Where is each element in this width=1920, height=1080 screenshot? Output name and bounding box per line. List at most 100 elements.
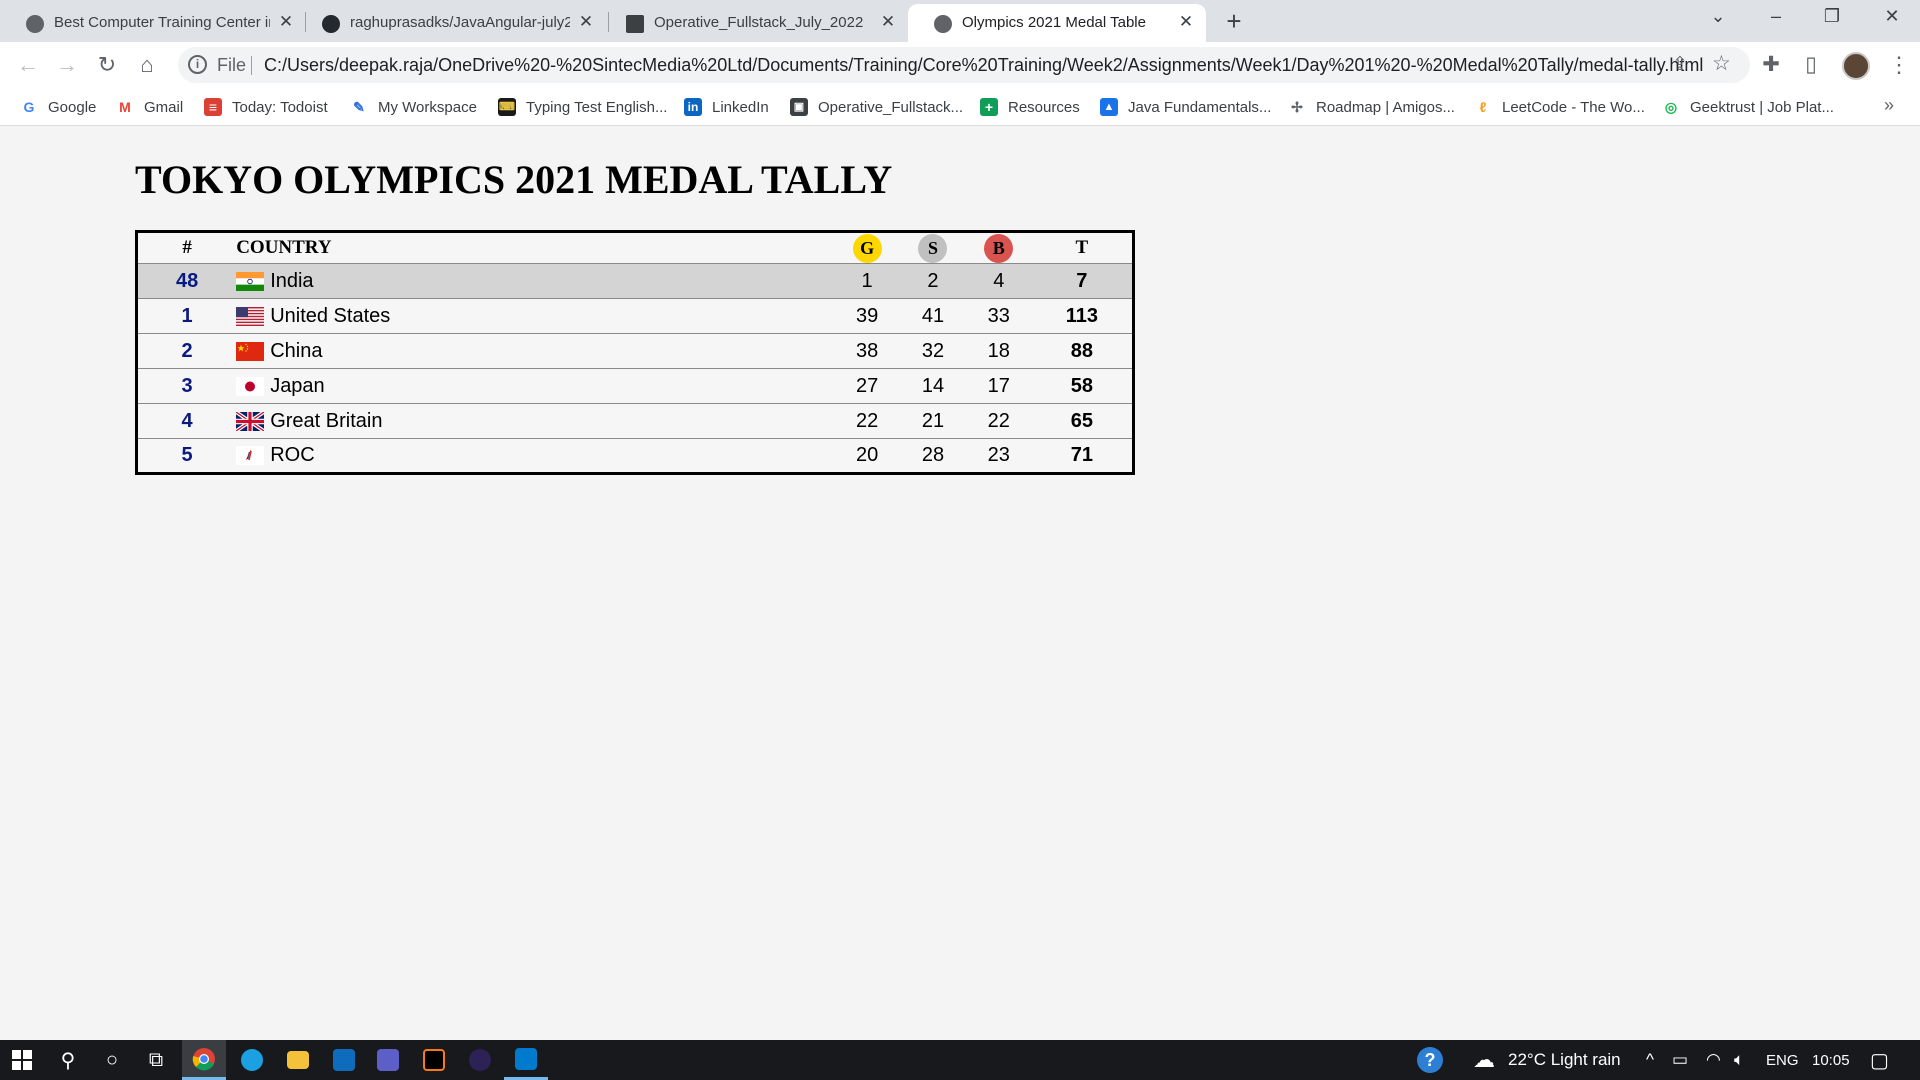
wifi-icon[interactable]: ◠ [1706, 1050, 1721, 1070]
bookmark-typing-test[interactable]: ⌨ Typing Test English... [498, 97, 667, 117]
forward-icon[interactable]: → [53, 52, 81, 78]
bookmark-operative-fullstack[interactable]: ▣ Operative_Fullstack... [790, 97, 963, 117]
close-tab-icon[interactable]: ✕ [576, 12, 596, 32]
table-row-india: 48 India 1 2 4 7 [136, 263, 1134, 299]
weather-icon[interactable]: ☁ [1462, 1040, 1506, 1080]
tab-olympics-medal-table[interactable]: Olympics 2021 Medal Table ✕ [908, 4, 1206, 42]
url-scheme: File [217, 55, 247, 75]
bookmark-label: Roadmap | Amigos... [1316, 98, 1455, 116]
geektrust-icon: ◎ [1664, 99, 1678, 115]
start-icon[interactable] [0, 1040, 44, 1080]
country-name: ROC [270, 444, 315, 466]
tab-title: Olympics 2021 Medal Table [962, 14, 1146, 31]
back-icon[interactable]: ← [14, 52, 42, 78]
bookmark-my-workspace[interactable]: ✎ My Workspace [350, 97, 477, 117]
silver-count: 28 [900, 438, 966, 474]
country-cell: ROC [236, 438, 835, 474]
tab-github-repo[interactable]: raghuprasadks/JavaAngular-july2 ✕ [296, 4, 606, 42]
bookmark-java-fundamentals[interactable]: ▲ Java Fundamentals... [1100, 97, 1271, 117]
bookmark-geektrust[interactable]: ◎ Geektrust | Job Plat... [1662, 97, 1834, 117]
outlook-icon[interactable] [322, 1040, 366, 1080]
extensions-icon[interactable]: ✚ [1758, 52, 1784, 77]
bookmark-google[interactable]: G Google [20, 97, 97, 117]
language-indicator[interactable]: ENG [1766, 1052, 1799, 1069]
roadmap-icon: ✢ [1291, 99, 1303, 115]
weather-text[interactable]: 22°C Light rain [1508, 1050, 1621, 1070]
close-tab-icon[interactable]: ✕ [1176, 12, 1196, 32]
intellij-icon[interactable] [412, 1040, 456, 1080]
silver-count: 14 [900, 368, 966, 404]
bookmark-star-icon[interactable]: ☆ [1712, 51, 1731, 76]
rank-column-header: # [182, 237, 192, 258]
cortana-icon[interactable]: ○ [90, 1040, 134, 1080]
notifications-icon[interactable]: ▢ [1870, 1048, 1889, 1073]
bookmark-label: Google [48, 98, 97, 116]
classroom-user-icon: ▲ [1100, 98, 1118, 116]
country-name: India [270, 269, 314, 292]
close-window-icon[interactable]: ✕ [1880, 6, 1904, 27]
bookmark-roadmap[interactable]: ✢ Roadmap | Amigos... [1288, 97, 1455, 117]
vscode-icon[interactable] [504, 1040, 548, 1080]
new-tab-button[interactable]: + [1222, 6, 1246, 37]
country-name: China [270, 339, 323, 362]
reload-icon[interactable]: ↻ [93, 52, 121, 78]
japan-flag-icon [236, 376, 265, 396]
profile-avatar[interactable] [1842, 52, 1870, 80]
task-view-icon[interactable]: ⧉ [134, 1040, 178, 1080]
leetcode-icon: ℓ [1479, 99, 1487, 115]
bookmark-todoist[interactable]: ≡ Today: Todoist [204, 97, 328, 117]
teams-icon[interactable] [366, 1040, 410, 1080]
bookmark-label: LeetCode - The Wo... [1502, 98, 1645, 116]
menu-icon[interactable]: ⋮ [1888, 52, 1910, 78]
tab-search-icon[interactable]: ⌄ [1706, 6, 1730, 27]
close-tab-icon[interactable]: ✕ [276, 12, 296, 32]
volume-icon[interactable]: 🔈︎ [1734, 1050, 1744, 1070]
clock[interactable]: 10:05 [1812, 1052, 1850, 1069]
close-tab-icon[interactable]: ✕ [878, 12, 898, 32]
linkedin-icon: in [684, 98, 702, 116]
country-name: Japan [270, 374, 325, 397]
gold-count: 22 [834, 403, 901, 439]
tab-operative-fullstack[interactable]: Operative_Fullstack_July_2022 ✕ [600, 4, 906, 42]
more-bookmarks-icon[interactable]: » [1884, 95, 1894, 116]
side-panel-icon[interactable]: ▯ [1798, 52, 1824, 77]
roc-flag-icon [236, 446, 265, 465]
help-icon[interactable]: ? [1408, 1040, 1452, 1080]
file-explorer-icon[interactable] [276, 1040, 320, 1080]
tab-strip: Best Computer Training Center in ✕ raghu… [0, 0, 1920, 42]
bookmark-resources[interactable]: + Resources [980, 97, 1080, 117]
bookmark-linkedin[interactable]: in LinkedIn [684, 97, 769, 117]
rank-cell: 3 [136, 368, 237, 404]
rank-cell: 5 [136, 438, 237, 474]
india-flag-icon [236, 271, 265, 291]
url-text[interactable]: C:/Users/deepak.raja/OneDrive%20-%20Sint… [264, 55, 1703, 76]
bronze-count: 22 [965, 403, 1032, 439]
share-icon[interactable]: ⇪ [1672, 53, 1688, 76]
site-info-icon[interactable]: i [188, 55, 207, 74]
country-name: United States [270, 304, 391, 327]
restore-icon[interactable]: ❐ [1820, 6, 1844, 27]
uk-flag-icon [236, 411, 265, 431]
bookmark-label: LinkedIn [712, 98, 769, 116]
bookmark-leetcode[interactable]: ℓ LeetCode - The Wo... [1474, 97, 1645, 117]
country-cell: Great Britain [236, 403, 835, 439]
search-icon[interactable]: ⚲ [46, 1040, 90, 1080]
bookmark-label: My Workspace [378, 98, 477, 116]
page-title: TOKYO OLYMPICS 2021 MEDAL TALLY [135, 157, 893, 202]
country-cell: Japan [236, 368, 835, 404]
eclipse-icon[interactable] [458, 1040, 502, 1080]
show-hidden-icons-icon[interactable]: ^ [1646, 1050, 1654, 1070]
chrome-taskbar-icon[interactable] [182, 1040, 226, 1080]
home-icon[interactable]: ⌂ [133, 52, 161, 78]
tab-training-center[interactable]: Best Computer Training Center in ✕ [0, 4, 302, 42]
bronze-count: 23 [965, 438, 1032, 474]
silver-count: 41 [900, 298, 966, 334]
windows-taskbar: ⚲ ○ ⧉ ? ☁ 22°C Light rain ^ ▭ ◠ 🔈︎ ENG 1… [0, 1040, 1920, 1080]
minimize-icon[interactable]: – [1764, 6, 1788, 27]
silver-medal-badge: S [918, 233, 948, 263]
battery-icon[interactable]: ▭ [1672, 1050, 1688, 1070]
bookmark-gmail[interactable]: M Gmail [116, 97, 183, 117]
address-bar[interactable]: i File C:/Users/deepak.raja/OneDrive%20-… [178, 47, 1750, 83]
gold-count: 39 [834, 298, 901, 334]
edge-taskbar-icon[interactable] [230, 1040, 274, 1080]
